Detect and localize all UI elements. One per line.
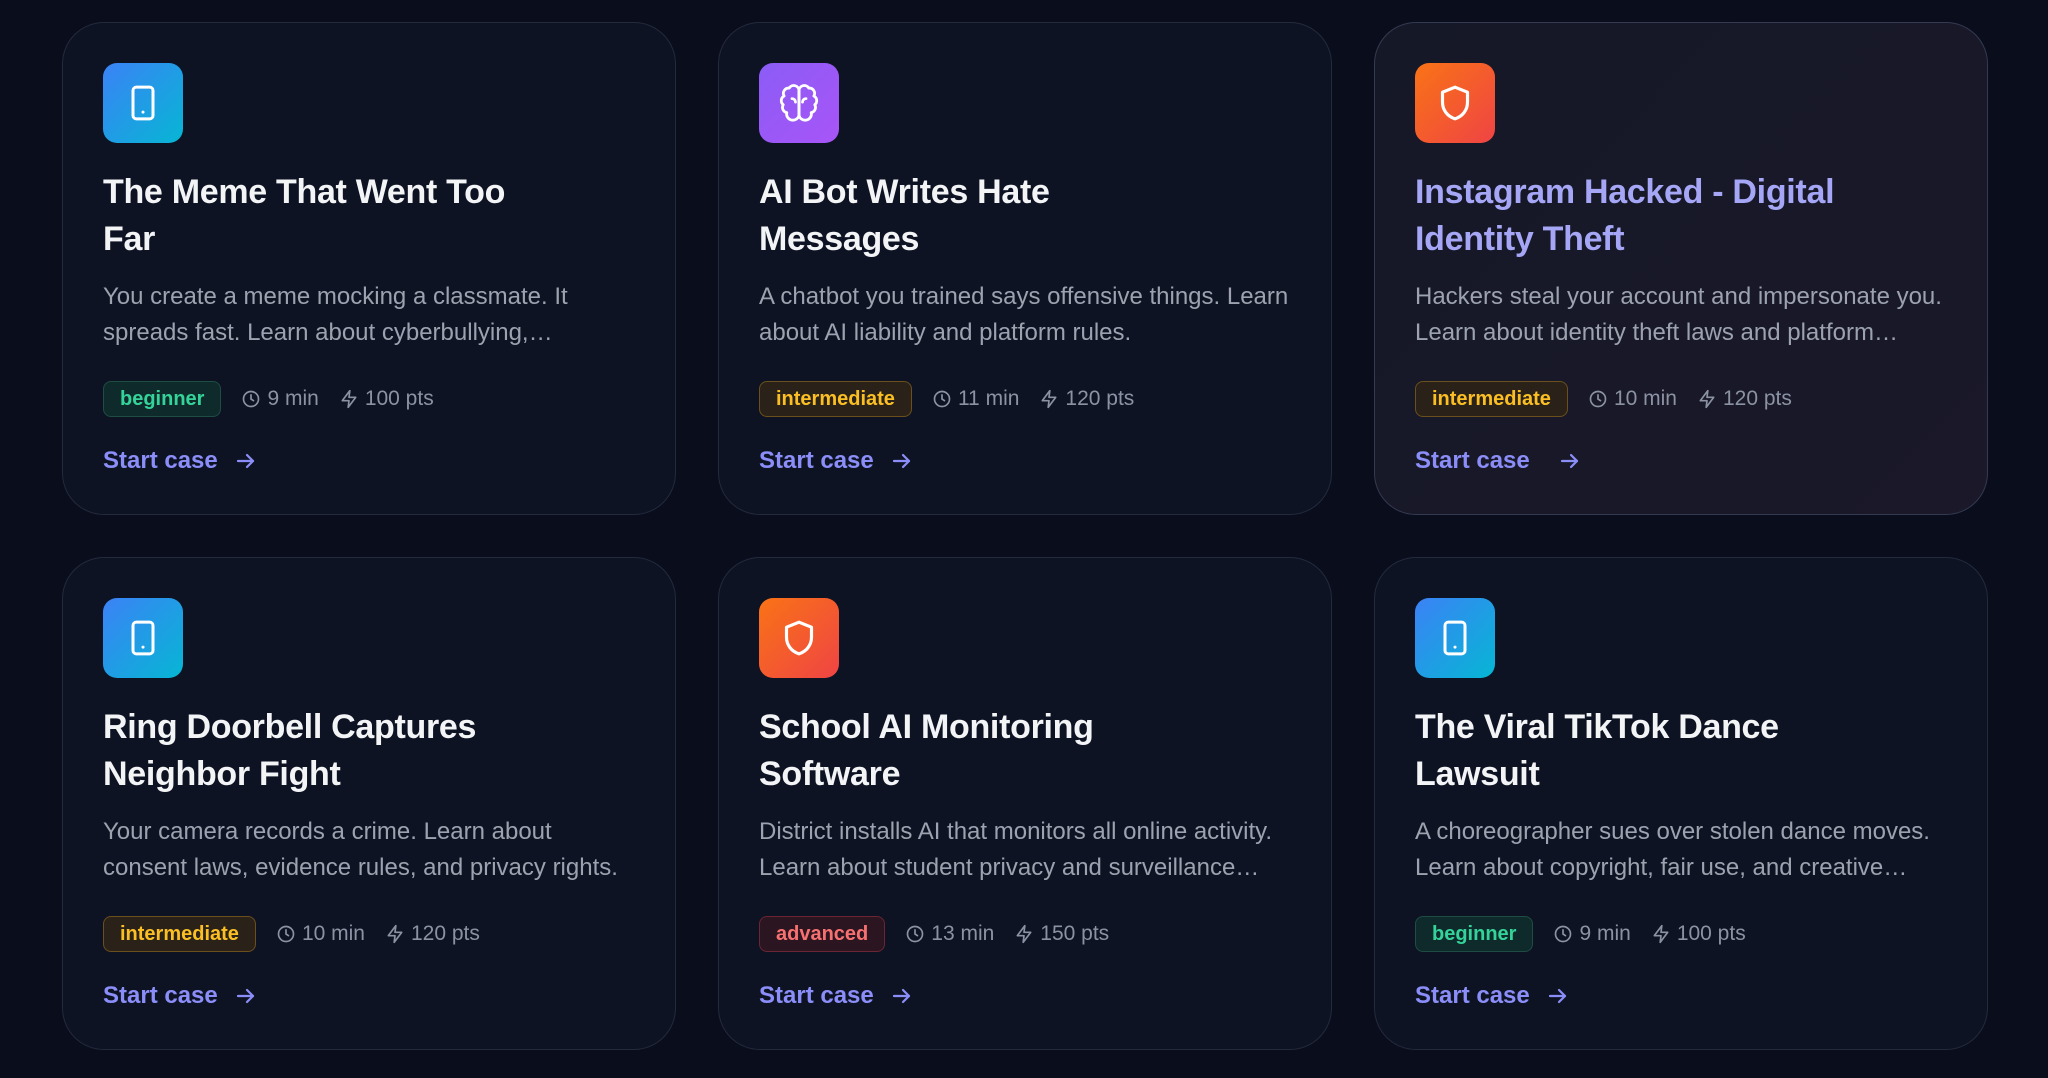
case-meta: advanced 13 min 150 pts — [759, 916, 1291, 952]
case-card[interactable]: Instagram Hacked - Digital Identity Thef… — [1374, 22, 1988, 515]
bolt-icon — [1653, 924, 1669, 944]
points-label: 150 pts — [1040, 922, 1110, 945]
case-meta: intermediate 11 min 120 pts — [759, 381, 1291, 417]
case-card[interactable]: School AI Monitoring Software District i… — [718, 557, 1332, 1050]
phone-icon — [103, 598, 183, 678]
arrow-right-icon — [890, 984, 914, 1008]
points: 120 pts — [1697, 387, 1792, 411]
case-card[interactable]: The Viral TikTok Dance Lawsuit A choreog… — [1374, 557, 1988, 1050]
case-card[interactable]: The Meme That Went Too Far You create a … — [62, 22, 676, 515]
clock-icon — [933, 390, 951, 408]
start-case-label: Start case — [1415, 982, 1530, 1009]
shield-icon — [759, 598, 839, 678]
clock-icon — [243, 390, 260, 408]
points-label: 100 pts — [364, 387, 434, 410]
duration: 11 min — [932, 387, 1019, 411]
duration: 13 min — [905, 922, 994, 946]
duration-label: 11 min — [957, 387, 1020, 410]
duration: 10 min — [1588, 387, 1677, 411]
bolt-icon — [387, 924, 403, 944]
start-case-label: Start case — [103, 982, 218, 1009]
clock-icon — [906, 925, 924, 943]
case-title: Instagram Hacked - Digital Identity Thef… — [1415, 173, 1835, 258]
case-grid: The Meme That Went Too Far You create a … — [62, 22, 1988, 1050]
start-case-label: Start case — [103, 447, 218, 474]
duration-label: 9 min — [1579, 922, 1631, 945]
bolt-icon — [1016, 924, 1032, 944]
case-description: A chatbot you trained says offensive thi… — [759, 283, 1289, 346]
bolt-icon — [341, 389, 357, 409]
points-label: 120 pts — [1722, 387, 1792, 410]
points: 120 pts — [385, 922, 480, 946]
points-label: 100 pts — [1676, 922, 1746, 945]
start-case-link[interactable]: Start case — [759, 447, 914, 475]
difficulty-badge: beginner — [103, 381, 222, 417]
start-case-label: Start case — [1415, 447, 1530, 474]
duration-label: 13 min — [931, 922, 995, 945]
points: 100 pts — [1651, 922, 1746, 946]
bolt-icon — [1699, 389, 1715, 409]
phone-icon — [1415, 598, 1495, 678]
clock-icon — [1555, 925, 1572, 943]
arrow-right-icon — [234, 449, 258, 473]
start-case-link[interactable]: Start case — [1415, 982, 1570, 1010]
difficulty-badge: beginner — [1415, 916, 1534, 952]
duration: 10 min — [276, 922, 365, 946]
brain-icon — [759, 63, 839, 143]
duration: 9 min — [1553, 922, 1631, 946]
difficulty-badge: intermediate — [103, 916, 256, 952]
start-case-link[interactable]: Start case — [759, 982, 914, 1010]
start-case-link[interactable]: Start case — [103, 447, 258, 475]
points: 100 pts — [339, 387, 434, 411]
case-title: The Viral TikTok Dance Lawsuit — [1415, 708, 1779, 793]
difficulty-badge: intermediate — [1415, 381, 1568, 417]
case-title: Ring Doorbell Captures Neighbor Fight — [103, 708, 477, 793]
clock-icon — [277, 925, 295, 943]
case-description: Your camera records a crime. Learn about… — [103, 818, 618, 881]
case-title: The Meme That Went Too Far — [103, 173, 506, 258]
arrow-right-icon — [1558, 449, 1582, 473]
points-label: 120 pts — [1065, 387, 1135, 410]
arrow-right-icon — [890, 449, 914, 473]
clock-icon — [1589, 390, 1607, 408]
phone-icon — [103, 63, 183, 143]
points: 150 pts — [1014, 922, 1109, 946]
case-description: Hackers steal your account and impersona… — [1415, 283, 1942, 346]
start-case-link[interactable]: Start case — [103, 982, 258, 1010]
case-card[interactable]: Ring Doorbell Captures Neighbor Fight Yo… — [62, 557, 676, 1050]
bolt-icon — [1041, 389, 1057, 409]
case-card[interactable]: AI Bot Writes Hate Messages A chatbot yo… — [718, 22, 1332, 515]
start-case-label: Start case — [759, 982, 874, 1009]
difficulty-badge: intermediate — [759, 381, 912, 417]
shield-icon — [1415, 63, 1495, 143]
case-description: You create a meme mocking a classmate. I… — [103, 283, 568, 346]
points: 120 pts — [1039, 387, 1134, 411]
duration: 9 min — [241, 387, 319, 411]
difficulty-badge: advanced — [759, 916, 886, 952]
duration-label: 10 min — [301, 922, 365, 945]
start-case-link[interactable]: Start case — [1415, 447, 1582, 475]
duration-label: 9 min — [267, 387, 319, 410]
case-meta: beginner 9 min 100 pts — [103, 381, 635, 417]
case-description: A choreographer sues over stolen dance m… — [1415, 818, 1930, 881]
points-label: 120 pts — [410, 922, 480, 945]
case-meta: intermediate 10 min 120 pts — [1415, 381, 1947, 417]
duration-label: 10 min — [1613, 387, 1677, 410]
case-description: District installs AI that monitors all o… — [759, 818, 1273, 881]
case-title: AI Bot Writes Hate Messages — [759, 173, 1050, 258]
case-meta: intermediate 10 min 120 pts — [103, 916, 635, 952]
arrow-right-icon — [234, 984, 258, 1008]
start-case-label: Start case — [759, 447, 874, 474]
case-title: School AI Monitoring Software — [759, 708, 1094, 793]
arrow-right-icon — [1546, 984, 1570, 1008]
case-meta: beginner 9 min 100 pts — [1415, 916, 1947, 952]
